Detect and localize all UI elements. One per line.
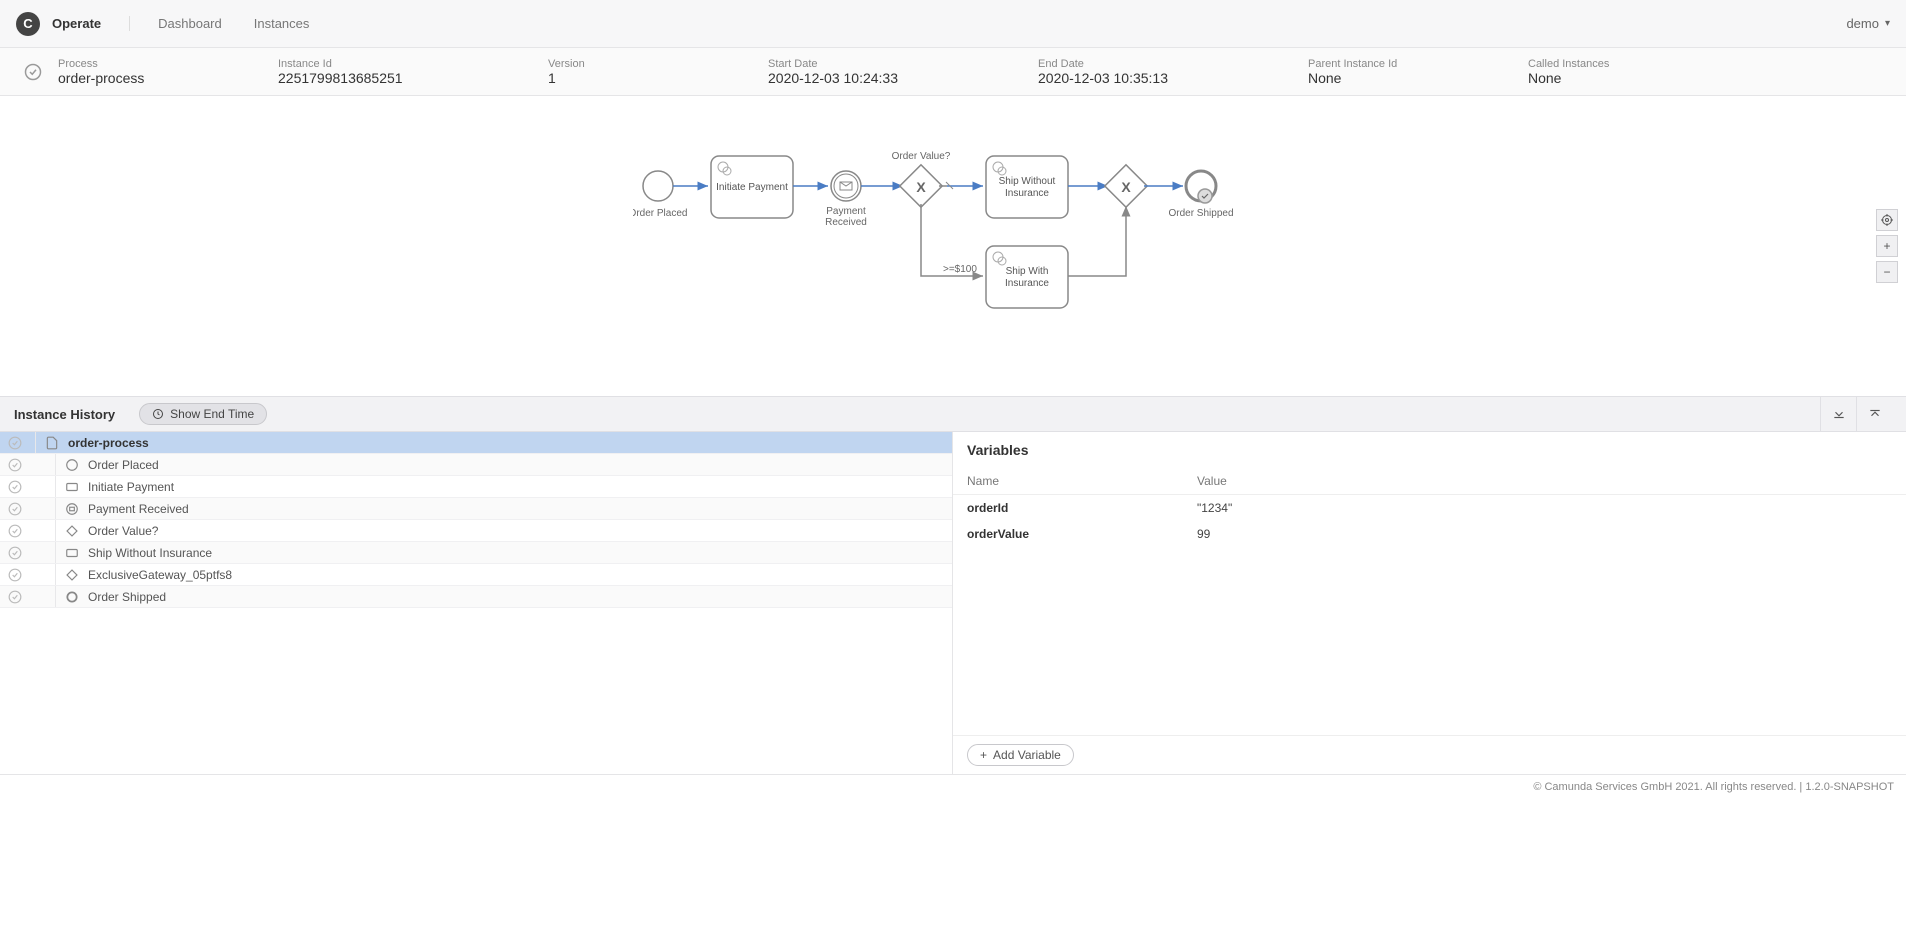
process-icon [40,436,64,450]
end-event-icon [60,590,84,604]
gateway-icon [60,524,84,538]
history-row-root[interactable]: order-process [0,432,952,454]
status-complete-icon [0,502,30,516]
svg-text:Ship Without: Ship Without [999,176,1056,187]
bpmn-diagram-svg: Order Placed Initiate Payment Payment Re… [633,106,1273,346]
variable-row[interactable]: orderValue 99 [953,521,1906,547]
reset-view-button[interactable] [1876,209,1898,231]
detail-called-instances: Called Instances None [1528,58,1668,86]
detail-process: Process order-process [58,58,198,86]
footer-text: © Camunda Services GmbH 2021. All rights… [0,775,1906,799]
variable-row[interactable]: orderId "1234" [953,495,1906,521]
zoom-out-button[interactable]: − [1876,261,1898,283]
logo-icon: C [16,12,40,36]
collapse-up-button[interactable] [1856,396,1892,432]
user-name: demo [1846,16,1879,31]
variables-title: Variables [953,432,1906,468]
svg-text:Initiate Payment: Initiate Payment [716,182,788,193]
detail-start-date: Start Date 2020-12-03 10:24:33 [768,58,958,86]
status-complete-icon [0,458,30,472]
status-complete-icon [0,546,30,560]
zoom-in-button[interactable]: + [1876,235,1898,257]
add-variable-button[interactable]: + Add Variable [967,744,1074,766]
user-menu[interactable]: demo ▾ [1846,16,1890,31]
history-row[interactable]: Payment Received [0,498,952,520]
svg-text:Received: Received [825,217,867,228]
detail-instance-id: Instance Id 2251799813685251 [278,58,468,86]
history-row[interactable]: ExclusiveGateway_05ptfs8 [0,564,952,586]
zoom-controls: + − [1876,209,1898,283]
detail-version: Version 1 [548,58,688,86]
history-row[interactable]: Order Value? [0,520,952,542]
svg-text:Payment: Payment [826,206,866,217]
svg-text:X: X [916,179,926,195]
history-panel-header: Instance History Show End Time [0,396,1906,432]
clock-icon [152,408,164,420]
service-task-icon [60,546,84,560]
app-header: C Operate Dashboard Instances demo ▾ [0,0,1906,48]
app-name: Operate [52,16,130,31]
history-row[interactable]: Order Placed [0,454,952,476]
instance-details-bar: Process order-process Instance Id 225179… [0,48,1906,96]
plus-icon: + [980,748,987,762]
bottom-panels: order-process Order Placed Initiate Paym… [0,432,1906,775]
show-end-time-toggle[interactable]: Show End Time [139,403,267,425]
history-row[interactable]: Order Shipped [0,586,952,608]
svg-text:X: X [1121,179,1131,195]
history-row[interactable]: Ship Without Insurance [0,542,952,564]
gateway-icon [60,568,84,582]
svg-text:Order Value?: Order Value? [892,151,951,162]
history-row[interactable]: Initiate Payment [0,476,952,498]
status-complete-icon [24,63,48,81]
process-diagram[interactable]: Order Placed Initiate Payment Payment Re… [0,96,1906,396]
message-event-icon [60,502,84,516]
status-complete-icon [0,524,30,538]
collapse-down-button[interactable] [1820,396,1856,432]
service-task-icon [60,480,84,494]
status-complete-icon [0,436,30,450]
start-event-icon [60,458,84,472]
svg-text:Ship With: Ship With [1006,266,1049,277]
status-complete-icon [0,480,30,494]
svg-text:>=$100: >=$100 [943,264,977,275]
variables-header: Name Value [953,468,1906,495]
detail-end-date: End Date 2020-12-03 10:35:13 [1038,58,1228,86]
status-complete-icon [0,568,30,582]
nav-dashboard[interactable]: Dashboard [158,16,222,31]
svg-text:Order Shipped: Order Shipped [1168,208,1233,219]
status-complete-icon [0,590,30,604]
variables-panel: Variables Name Value orderId "1234" orde… [953,432,1906,774]
detail-parent-id: Parent Instance Id None [1308,58,1448,86]
instance-history-tree: order-process Order Placed Initiate Paym… [0,432,953,774]
svg-text:Insurance: Insurance [1005,188,1049,199]
chevron-down-icon: ▾ [1885,18,1890,29]
nav-instances[interactable]: Instances [254,16,310,31]
svg-text:Order Placed: Order Placed [633,208,687,219]
svg-text:Insurance: Insurance [1005,278,1049,289]
history-title: Instance History [14,407,115,422]
